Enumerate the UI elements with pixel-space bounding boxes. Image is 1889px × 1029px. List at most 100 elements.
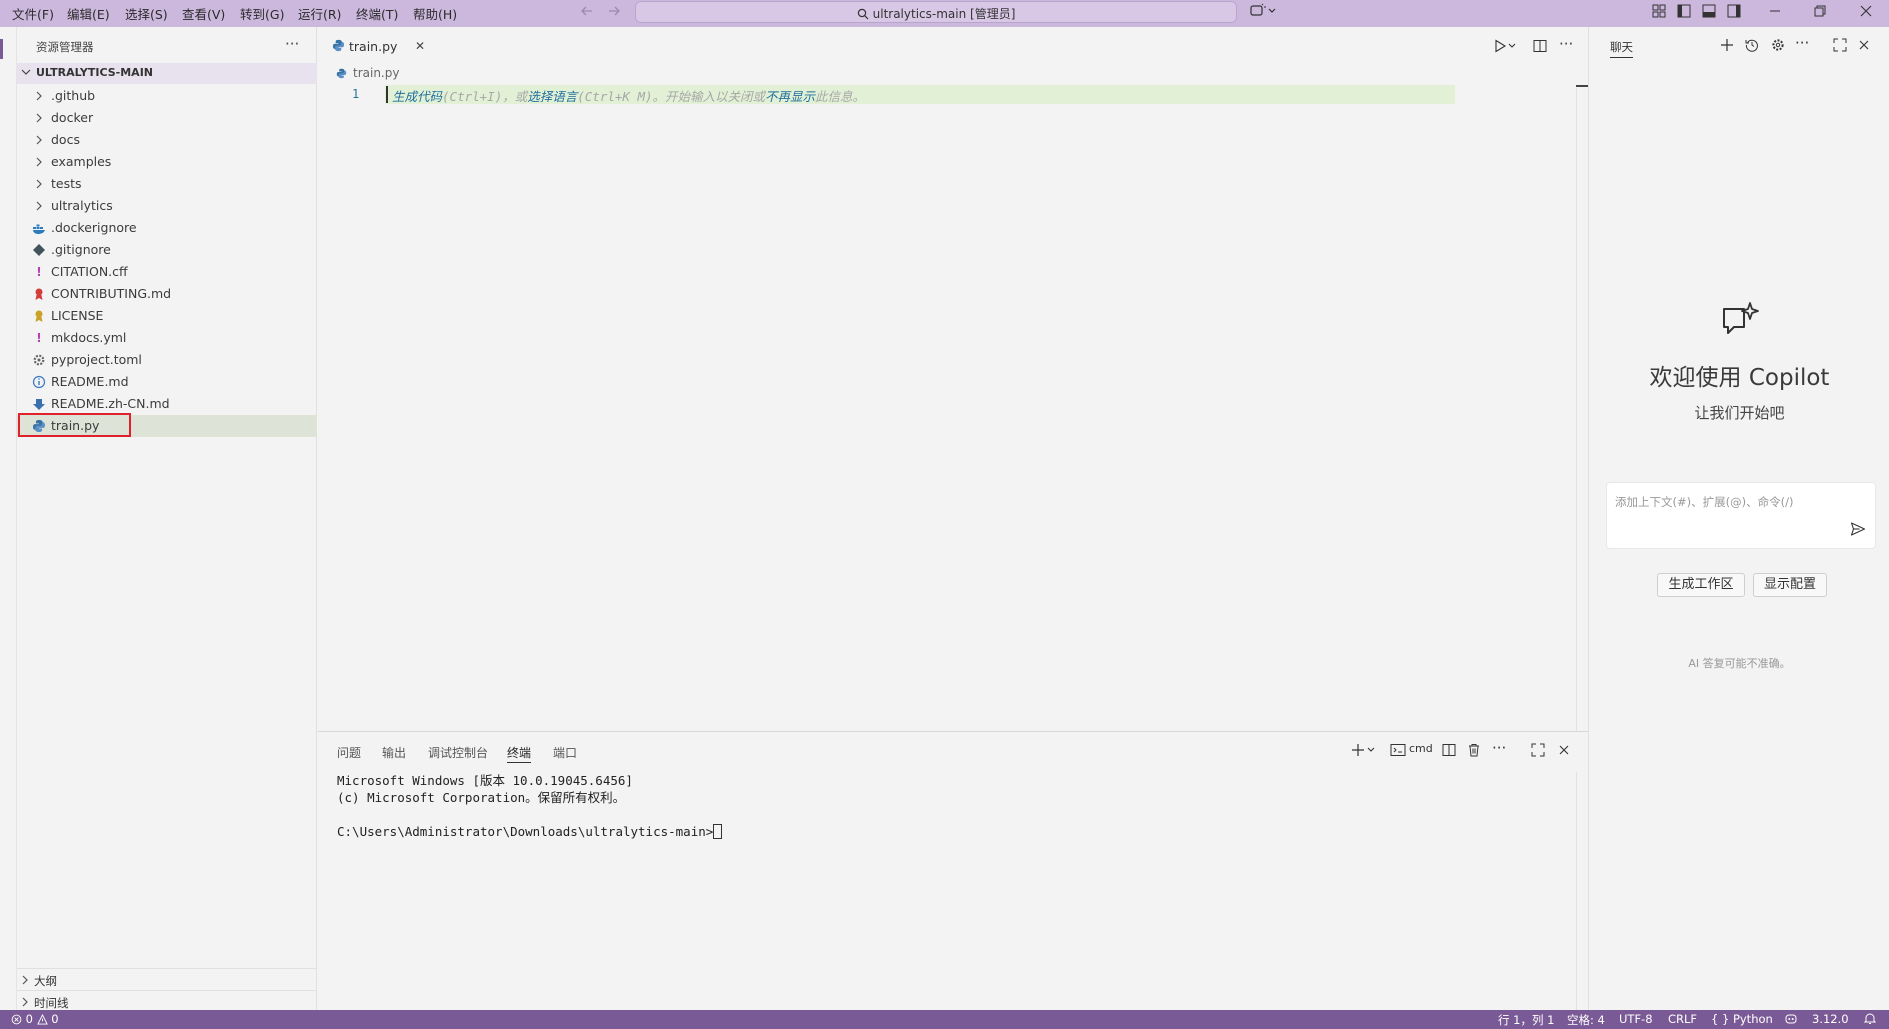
language-mode[interactable]: { } Python	[1711, 1012, 1773, 1026]
copilot-menu-icon[interactable]	[1250, 3, 1278, 19]
workspace-root[interactable]: ULTRALYTICS-MAIN	[17, 63, 317, 84]
toggle-secondary-sidebar-icon[interactable]	[1727, 4, 1741, 18]
tree-folder[interactable]: tests	[17, 173, 317, 195]
toggle-sidebar-icon[interactable]	[1677, 4, 1691, 18]
warning-icon	[36, 1014, 48, 1025]
more-actions-icon[interactable]: ···	[1795, 34, 1809, 52]
menu-go[interactable]: 转到(G)	[240, 4, 284, 23]
close-window-icon[interactable]	[1859, 4, 1873, 18]
tree-file[interactable]: ! mkdocs.yml	[17, 327, 317, 349]
notifications-bell-icon[interactable]	[1864, 1012, 1876, 1025]
folder-label: docker	[51, 110, 94, 125]
forward-arrow-icon[interactable]	[607, 4, 621, 18]
tree-file[interactable]: ! CITATION.cff	[17, 261, 317, 283]
send-icon[interactable]	[1850, 521, 1866, 537]
terminal-shell-icon[interactable]	[1390, 743, 1406, 757]
history-icon[interactable]	[1745, 38, 1759, 52]
customize-layout-icon[interactable]	[1652, 4, 1666, 18]
file-label: CITATION.cff	[51, 264, 128, 279]
generate-code-link[interactable]: 生成代码	[392, 89, 442, 104]
tree-file[interactable]: .dockerignore	[17, 217, 317, 239]
tree-file[interactable]: README.md	[17, 371, 317, 393]
tab-problems[interactable]: 问题	[337, 744, 361, 761]
ribbon-icon	[32, 287, 46, 301]
menu-selection[interactable]: 选择(S)	[125, 4, 168, 23]
indentation[interactable]: 空格: 4	[1567, 1012, 1605, 1028]
folder-label: .github	[51, 88, 96, 103]
gear-icon	[32, 353, 46, 367]
restore-icon[interactable]	[1813, 4, 1827, 18]
minimize-icon[interactable]	[1768, 4, 1782, 18]
python-version[interactable]: 3.12.0	[1812, 1012, 1849, 1026]
tree-folder[interactable]: .github	[17, 85, 317, 107]
tab-output[interactable]: 输出	[382, 744, 406, 761]
file-label: .dockerignore	[51, 220, 137, 235]
tree-file[interactable]: LICENSE	[17, 305, 317, 327]
dont-show-again-link[interactable]: 不再显示	[765, 89, 815, 104]
chat-input[interactable]: 添加上下文(#)、扩展(@)、命令(/)	[1606, 482, 1876, 549]
generate-workspace-button[interactable]: 生成工作区	[1657, 573, 1745, 597]
exclamation-icon: !	[36, 265, 42, 279]
line-ending[interactable]: CRLF	[1668, 1012, 1697, 1026]
close-chat-icon[interactable]	[1857, 38, 1871, 52]
command-center-search[interactable]: ultralytics-main [管理员]	[635, 1, 1237, 23]
chevron-right-icon	[35, 135, 43, 145]
welcome-heading: 欢迎使用 Copilot	[1649, 365, 1830, 391]
split-terminal-icon[interactable]	[1442, 743, 1456, 757]
menu-file[interactable]: 文件(F)	[12, 4, 54, 23]
tree-folder[interactable]: docs	[17, 129, 317, 151]
file-label: LICENSE	[51, 308, 104, 323]
show-config-button[interactable]: 显示配置	[1753, 573, 1827, 597]
python-icon	[336, 68, 347, 79]
tree-folder[interactable]: examples	[17, 151, 317, 173]
menu-terminal[interactable]: 终端(T)	[356, 4, 398, 23]
split-editor-icon[interactable]	[1533, 39, 1547, 53]
tree-file[interactable]: .gitignore	[17, 239, 317, 261]
editor-scrollbar[interactable]	[1576, 88, 1577, 731]
tree-folder[interactable]: ultralytics	[17, 195, 317, 217]
tab-train-py[interactable]: train.py ✕	[318, 27, 438, 65]
new-chat-icon[interactable]	[1720, 38, 1734, 52]
license-icon	[32, 309, 46, 323]
tab-terminal[interactable]: 终端	[507, 744, 532, 763]
download-arrow-icon	[32, 397, 46, 411]
select-language-link[interactable]: 选择语言	[527, 89, 577, 104]
menu-view[interactable]: 查看(V)	[182, 4, 225, 23]
more-actions-icon[interactable]: ···	[1559, 35, 1573, 53]
menu-help[interactable]: 帮助(H)	[413, 4, 457, 23]
tree-file[interactable]: CONTRIBUTING.md	[17, 283, 317, 305]
trash-icon[interactable]	[1467, 743, 1481, 757]
chat-title[interactable]: 聊天	[1610, 39, 1633, 58]
run-icon[interactable]	[1494, 39, 1518, 53]
warning-count: 0	[51, 1012, 59, 1026]
tab-debug-console[interactable]: 调试控制台	[428, 744, 488, 761]
terminal-output[interactable]: Microsoft Windows [版本 10.0.19045.6456] (c…	[337, 772, 723, 840]
tab-ports[interactable]: 端口	[553, 744, 577, 761]
cursor-position[interactable]: 行 1，列 1	[1498, 1012, 1554, 1028]
menu-run[interactable]: 运行(R)	[298, 4, 341, 23]
panel-scrollbar[interactable]	[1576, 772, 1577, 1010]
error-icon	[11, 1014, 22, 1025]
new-terminal-icon[interactable]	[1351, 743, 1377, 757]
encoding[interactable]: UTF-8	[1619, 1012, 1653, 1026]
toggle-panel-icon[interactable]	[1702, 4, 1716, 18]
more-actions-icon[interactable]: ···	[1492, 739, 1506, 757]
timeline-section[interactable]: 时间线	[17, 990, 317, 1012]
terminal-shell-name[interactable]: cmd	[1409, 742, 1433, 755]
maximize-chat-icon[interactable]	[1833, 38, 1847, 52]
tree-file[interactable]: README.zh-CN.md	[17, 393, 317, 415]
close-tab-icon[interactable]: ✕	[415, 39, 425, 53]
menu-edit[interactable]: 编辑(E)	[67, 4, 110, 23]
close-panel-icon[interactable]	[1557, 743, 1571, 757]
maximize-panel-icon[interactable]	[1531, 743, 1545, 757]
tree-folder[interactable]: docker	[17, 107, 317, 129]
outline-section[interactable]: 大纲	[17, 968, 317, 990]
settings-gear-icon[interactable]	[1771, 38, 1785, 52]
back-arrow-icon[interactable]	[580, 4, 594, 18]
copilot-status-icon[interactable]	[1784, 1012, 1798, 1025]
tree-file[interactable]: pyproject.toml	[17, 349, 317, 371]
text-cursor	[386, 86, 388, 103]
hint-text: (Ctrl+K M)。开始输入以关闭或	[577, 89, 766, 104]
problems-status[interactable]: 0 0	[11, 1012, 59, 1026]
more-actions-icon[interactable]: ···	[285, 35, 299, 53]
